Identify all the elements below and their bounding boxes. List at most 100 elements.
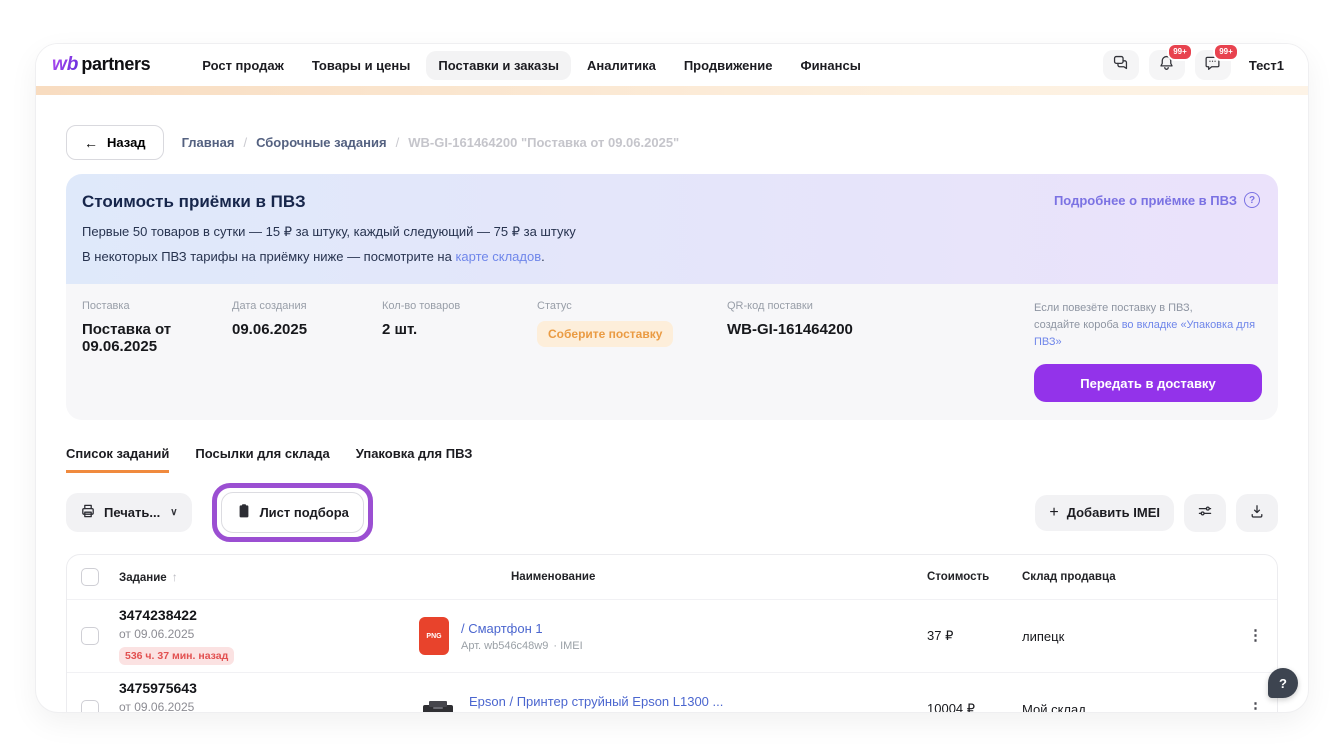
header-task: Задание ↑ (119, 570, 419, 584)
nav-item-finances[interactable]: Финансы (788, 51, 872, 80)
hint-line-2: создайте короба (1034, 319, 1122, 331)
nav-right-group: 99+ 99+ Тест1 (1103, 50, 1292, 80)
printer-icon (80, 503, 96, 522)
price-cell: 10004 ₽ (927, 701, 1022, 712)
banner-line-2: В некоторых ПВЗ тарифы на приёмку ниже —… (82, 249, 1262, 264)
nav-item-promotion[interactable]: Продвижение (672, 51, 785, 80)
table-header-row: Задание ↑ Наименование Стоимость Склад пр… (67, 555, 1277, 599)
back-button-label: Назад (107, 135, 146, 150)
supply-summary-card: Стоимость приёмки в ПВЗ Первые 50 товаро… (66, 174, 1278, 420)
task-cell: 3475975643 от 09.06.2025 528 ч. 24 мин. … (119, 680, 419, 712)
row-checkbox-cell (81, 627, 119, 645)
filter-settings-button[interactable] (1184, 494, 1226, 532)
nav-item-sales-growth[interactable]: Рост продаж (190, 51, 296, 80)
banner-line-2-text: В некоторых ПВЗ тарифы на приёмку ниже —… (82, 249, 455, 264)
promo-strip (36, 86, 1308, 95)
field-label: Статус (537, 300, 727, 312)
header-price: Стоимость (927, 571, 1022, 583)
row-menu-cell: ⋮ (1237, 700, 1263, 712)
send-to-delivery-button[interactable]: Передать в доставку (1034, 364, 1262, 402)
pvz-details-link[interactable]: Подробнее о приёмке в ПВЗ ? (1054, 192, 1260, 208)
account-name[interactable]: Тест1 (1241, 52, 1292, 79)
breadcrumb-assembly-tasks[interactable]: Сборочные задания (256, 135, 387, 150)
kebab-menu-icon[interactable]: ⋮ (1248, 700, 1263, 712)
task-id: 3475975643 (119, 680, 419, 696)
banner-line-2-suffix: . (541, 249, 545, 264)
notifications-button[interactable]: 99+ (1149, 50, 1185, 80)
nav-item-analytics[interactable]: Аналитика (575, 51, 668, 80)
header-warehouse: Склад продавца (1022, 571, 1237, 583)
select-all-checkbox[interactable] (81, 568, 99, 586)
hint-line-1: Если повезёте поставку в ПВЗ, (1034, 302, 1193, 314)
product-article: Арт. wb546c48w9 · IMEI (461, 640, 583, 652)
field-value: Поставка от 09.06.2025 (82, 321, 232, 355)
task-id: 3474238422 (119, 607, 419, 623)
logo-partners: partners (81, 54, 150, 75)
warehouse-cell: Мой склад (1022, 702, 1237, 712)
chats-icon (1112, 54, 1129, 76)
nav-item-supplies-orders[interactable]: Поставки и заказы (426, 51, 571, 80)
print-button[interactable]: Печать... ∨ (66, 493, 192, 532)
field-value: 09.06.2025 (232, 321, 382, 338)
print-button-label: Печать... (104, 505, 160, 520)
question-circle-icon: ? (1244, 192, 1260, 208)
download-icon (1249, 503, 1265, 522)
sort-asc-icon[interactable]: ↑ (172, 570, 178, 584)
field-label: Поставка (82, 300, 232, 312)
header-name: Наименование (419, 571, 927, 583)
header-checkbox-cell (81, 568, 119, 586)
pick-list-button[interactable]: Лист подбора (221, 492, 364, 533)
tune-sliders-icon (1197, 503, 1213, 522)
support-help-button[interactable]: ? (1268, 668, 1298, 698)
pvz-price-banner: Стоимость приёмки в ПВЗ Первые 50 товаро… (66, 174, 1278, 284)
breadcrumb-home[interactable]: Главная (182, 135, 235, 150)
field-status: Статус Соберите поставку (537, 300, 727, 402)
annotation-highlight: Лист подбора (212, 483, 373, 542)
warehouse-cell: липецк (1022, 629, 1237, 644)
product-name-link[interactable]: / Смартфон 1 (461, 621, 583, 636)
back-arrow-icon: ← (84, 136, 98, 150)
chevron-down-icon: ∨ (170, 507, 177, 518)
add-imei-button[interactable]: + Добавить IMEI (1035, 495, 1174, 531)
row-checkbox-cell (81, 700, 119, 712)
wb-partners-logo[interactable]: wb partners (52, 54, 150, 76)
product-thumbnail[interactable]: PNG (419, 617, 449, 655)
toolbar: Печать... ∨ Лист подбора (66, 483, 1278, 542)
tab-parcels-for-warehouse[interactable]: Посылки для склада (195, 446, 329, 473)
clipboard-icon (236, 503, 252, 522)
product-name-link[interactable]: Epson / Принтер струйный Epson L1300 ... (469, 694, 723, 709)
pick-list-label: Лист подбора (260, 505, 349, 520)
breadcrumb-row: ← Назад Главная / Сборочные задания / WB… (66, 125, 1278, 160)
imei-tag: · IMEI (553, 640, 582, 652)
table-row: 3474238422 от 09.06.2025 536 ч. 37 мин. … (67, 599, 1277, 672)
tab-task-list[interactable]: Список заданий (66, 446, 169, 473)
plus-icon: + (1049, 505, 1058, 521)
warehouse-map-link[interactable]: карте складов (455, 249, 541, 264)
back-button[interactable]: ← Назад (66, 125, 164, 160)
breadcrumb-separator: / (396, 135, 400, 150)
row-checkbox[interactable] (81, 700, 99, 712)
product-info: / Смартфон 1 Арт. wb546c48w9 · IMEI (461, 621, 583, 652)
kebab-menu-icon[interactable]: ⋮ (1248, 627, 1263, 644)
product-thumbnail[interactable] (419, 694, 457, 712)
tasks-table: Задание ↑ Наименование Стоимость Склад пр… (66, 554, 1278, 712)
table-row: 3475975643 от 09.06.2025 528 ч. 24 мин. … (67, 672, 1277, 712)
field-supply: Поставка Поставка от 09.06.2025 (82, 300, 232, 402)
article-text: Арт. wb546c48w9 (461, 640, 548, 652)
breadcrumb: Главная / Сборочные задания / WB-GI-1614… (182, 135, 680, 150)
product-cell: Epson / Принтер струйный Epson L1300 ...… (419, 694, 927, 712)
overdue-badge: 536 ч. 37 мин. назад (119, 647, 234, 665)
printer-photo (419, 696, 457, 712)
chats-button[interactable] (1103, 50, 1139, 80)
breadcrumb-current: WB-GI-161464200 "Поставка от 09.06.2025" (408, 135, 679, 150)
nav-item-goods-prices[interactable]: Товары и цены (300, 51, 423, 80)
tab-packing-for-pvz[interactable]: Упаковка для ПВЗ (356, 446, 473, 473)
section-tabs: Список заданий Посылки для склада Упаков… (66, 446, 1278, 473)
download-button[interactable] (1236, 494, 1278, 532)
pvz-details-label: Подробнее о приёмке в ПВЗ (1054, 193, 1237, 208)
task-date: от 09.06.2025 (119, 700, 419, 712)
header-task-label[interactable]: Задание (119, 572, 167, 584)
feedback-button[interactable]: 99+ (1195, 50, 1231, 80)
row-checkbox[interactable] (81, 627, 99, 645)
field-label: Дата создания (232, 300, 382, 312)
